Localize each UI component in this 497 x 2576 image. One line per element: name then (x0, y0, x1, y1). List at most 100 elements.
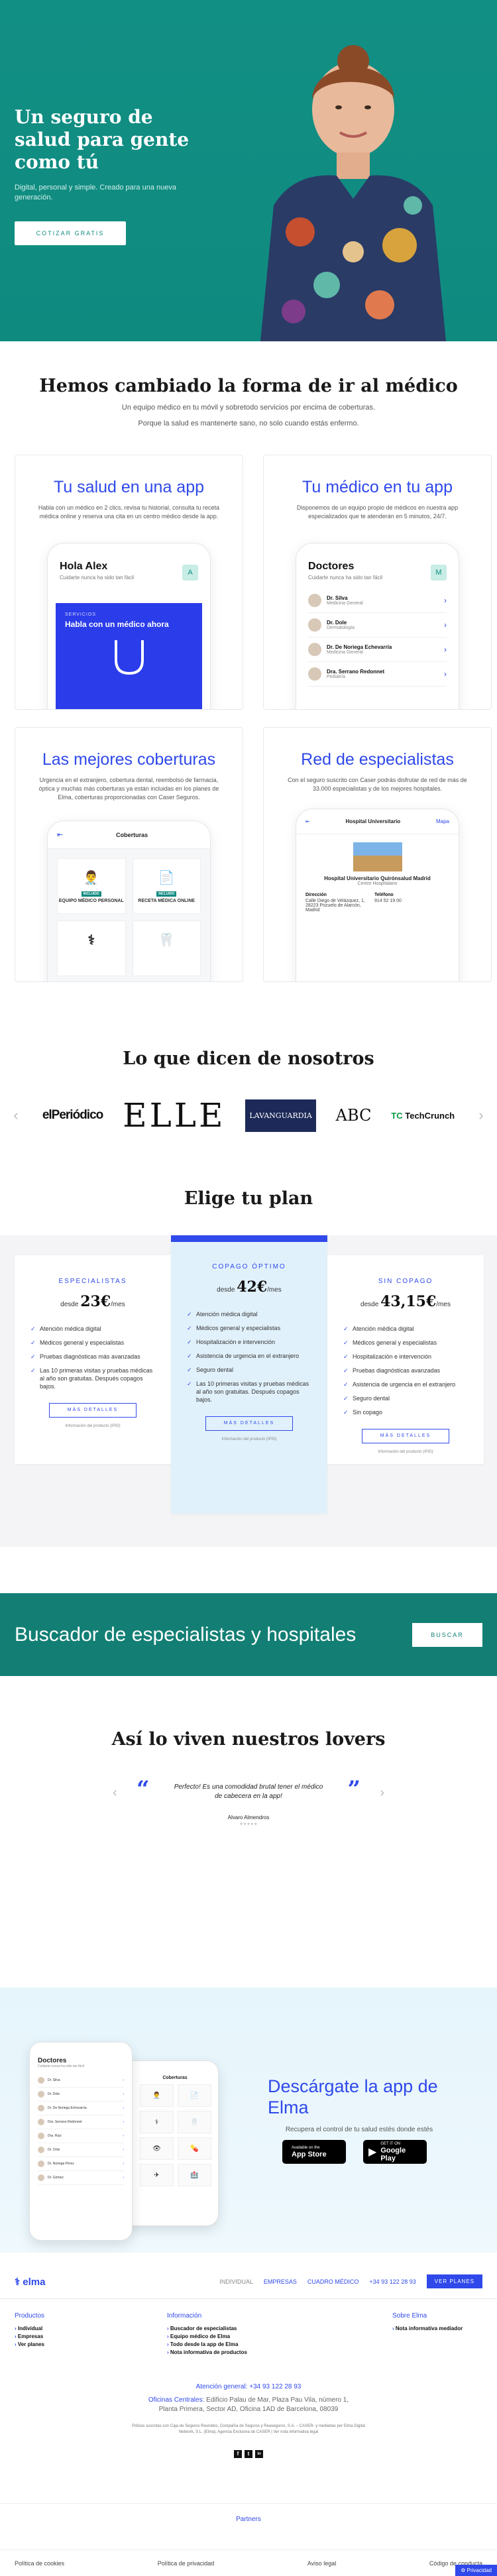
footer-link[interactable]: Nota informativa de productos (167, 2349, 392, 2357)
chevron-left-icon[interactable]: ‹ (9, 1107, 23, 1124)
privacy-label: Privacidad (467, 2567, 492, 2573)
map-link[interactable]: Mapa (436, 818, 449, 824)
app-download-title: Descárgate la app de Elma (268, 2076, 438, 2117)
ipid-link[interactable]: Información del producto (IPID) (171, 1437, 327, 1441)
plan-features: Atención médica digital Médicos general … (343, 1325, 468, 1416)
doctor-name: Dra. Ruiz (48, 2134, 62, 2138)
hospital-image (353, 842, 402, 871)
doctor-row: Dra. Ruiz › (38, 2129, 124, 2143)
ipid-link[interactable]: Información del producto (IPID) (327, 1450, 484, 1454)
footer-col-products: Productos Individual Empresas Ver planes (15, 2312, 167, 2357)
nav-cuadro-medico[interactable]: CUADRO MÉDICO (307, 2278, 359, 2285)
partners-label: Partners (0, 2503, 497, 2549)
twitter-icon[interactable]: t (245, 2450, 252, 2458)
general-phone[interactable]: Atención general: +34 93 122 28 93 (0, 2383, 497, 2390)
hospital-details: Dirección Calle Diego de Velázquez, 1, 28… (296, 886, 459, 919)
facebook-icon[interactable]: f (234, 2450, 242, 2458)
plan-name: ESPECIALISTAS (58, 1278, 127, 1285)
app-download-subtitle: Recupera el control de tu salud estés do… (285, 2126, 433, 2133)
plan-name: SIN COPAGO (378, 1278, 433, 1285)
plan-feature: Pruebas diagnósticas avanzadas (343, 1367, 468, 1374)
medical-team-icon: 👨‍⚕️ (140, 2084, 174, 2107)
nav-phone[interactable]: +34 93 122 28 93 (369, 2278, 415, 2285)
testimonial: ‹ “ Perfecto! Es una comodidad brutal te… (113, 1776, 384, 1826)
see-plans-button[interactable]: VER PLANES (426, 2274, 482, 2288)
footer-link[interactable]: Equipo médico de Elma (167, 2333, 392, 2341)
coverage-tile: 👨‍⚕️ INCLUIDO EQUIPO MÉDICO PERSONAL (57, 858, 126, 914)
health-icon: ⚕ (87, 933, 95, 948)
footer-link[interactable]: Ver planes (15, 2341, 167, 2349)
quote-free-button[interactable]: COTIZAR GRATIS (15, 221, 126, 245)
ipid-link[interactable]: Información del producto (IPID) (15, 1424, 171, 1428)
coverage-header: ⇤ Coberturas (48, 821, 210, 849)
plan-name: COPAGO ÓPTIMO (212, 1263, 286, 1270)
avatar (38, 2105, 44, 2111)
doctor-row: Dra. Serrano Redonnet › (38, 2115, 124, 2129)
doctor-name: Dr. Dole (48, 2092, 60, 2096)
search-button[interactable]: BUSCAR (412, 1622, 482, 1647)
footer-link[interactable]: Individual (15, 2325, 167, 2333)
doctor-name: Dr. Gómez (48, 2176, 64, 2180)
avatar (38, 2147, 44, 2153)
chevron-right-icon[interactable]: › (380, 1785, 384, 1801)
doctor-name: Dr. Ortiz (48, 2148, 60, 2152)
plan-feature: Seguro dental (343, 1394, 468, 1402)
linkedin-icon[interactable]: in (255, 2450, 263, 2458)
doctor-name: Dra. Serrano Redonnet (327, 669, 385, 675)
plan-features: Atención médica digital Médicos general … (30, 1325, 155, 1390)
plan-feature: Atención médica digital (187, 1310, 311, 1318)
doctor-row: Dr. Noriega Pérez › (38, 2157, 124, 2171)
footer-legal-links: Política de cookies Política de privacid… (0, 2549, 497, 2576)
plan-feature: Seguro dental (187, 1366, 311, 1374)
office-address: Oficinas Centrales: Edificio Palau de Ma… (139, 2396, 358, 2414)
card-text: Con el seguro suscrito con Caser podrás … (288, 777, 467, 792)
hospital-header: ⇤ Hospital Universitario Mapa (296, 809, 459, 834)
chevron-right-icon: › (444, 645, 447, 654)
footer-link[interactable]: Nota informativa mediador (392, 2325, 482, 2333)
elma-logo[interactable]: ⚕ elma (15, 2276, 46, 2288)
avatar (38, 2133, 44, 2139)
footer-link[interactable]: Todo desde la app de Elma (167, 2341, 392, 2349)
plans-title: Elige tu plan (184, 1188, 313, 1209)
tooth-icon: 🦷 (178, 2111, 211, 2133)
chevron-right-icon[interactable]: › (474, 1107, 488, 1124)
card-title: Tu médico en tu app (302, 478, 453, 496)
price-from: desde (60, 1301, 79, 1308)
more-details-button[interactable]: MÁS DETALLES (49, 1403, 137, 1418)
more-details-button[interactable]: MÁS DETALLES (205, 1416, 293, 1431)
changed-line-2: Porque la salud es mantenerte sano, no s… (138, 420, 359, 427)
phone-mockup: Doctores Cuidarte nunca ha sido tan fáci… (296, 543, 459, 709)
legal-notice-link[interactable]: Aviso legal (307, 2560, 336, 2567)
footer-link[interactable]: Empresas (15, 2333, 167, 2341)
testimonials-title: Así lo viven nuestros lovers (111, 1729, 386, 1750)
footer-link[interactable]: Buscador de especialistas (167, 2325, 392, 2333)
privacy-policy-link[interactable]: Política de privacidad (158, 2560, 215, 2567)
footer-col-info: Información Buscador de especialistas Eq… (167, 2312, 392, 2357)
services-label: SERVICIOS (65, 612, 96, 617)
plan-price: desde 42€/mes (171, 1278, 327, 1296)
doctor-role: Pediatría (327, 675, 346, 679)
hospital-name: Hospital Universitario Quirónsalud Madri… (324, 875, 431, 881)
plan-feature: Pruebas diagnósticas más avanzadas (30, 1353, 155, 1361)
app-store-button[interactable]: Available on the App Store (282, 2140, 346, 2164)
address-value: Calle Diego de Velázquez, 1, 28223 Pozue… (305, 899, 365, 913)
techcrunch-logo: TC TechCrunch (391, 1111, 455, 1121)
doctor-role: Medicina General (327, 650, 363, 655)
avatar (38, 2091, 44, 2098)
doctor-list: Dr. Silva › Dr. Dole › Dr. De Noriega Eche… (38, 2074, 124, 2185)
nav-individual[interactable]: INDIVIDUAL (219, 2278, 253, 2285)
hero-text: Un seguro de salud para gente como tú Di… (15, 106, 200, 245)
prescription-icon: 📄 (158, 871, 175, 885)
avatar (308, 594, 321, 607)
nav-empresas[interactable]: EMPRESAS (264, 2278, 297, 2285)
cookies-policy-link[interactable]: Política de cookies (15, 2560, 64, 2567)
plan-card-sin-copago: SIN COPAGO desde 43,15€/mes Atención méd… (327, 1255, 484, 1464)
chevron-right-icon: › (444, 596, 447, 605)
feature-card-doctor: Tu médico en tu app Disponemos de un equ… (263, 455, 492, 710)
included-tag: INCLUIDO (81, 891, 101, 897)
more-details-button[interactable]: MÁS DETALLES (362, 1429, 449, 1443)
chevron-left-icon[interactable]: ‹ (113, 1785, 117, 1801)
google-play-button[interactable]: ▶ GET IT ON Google Play (363, 2140, 427, 2164)
plan-features: Atención médica digital Médicos general … (187, 1310, 311, 1404)
privacy-button[interactable]: ⚙ Privacidad (455, 2565, 497, 2576)
